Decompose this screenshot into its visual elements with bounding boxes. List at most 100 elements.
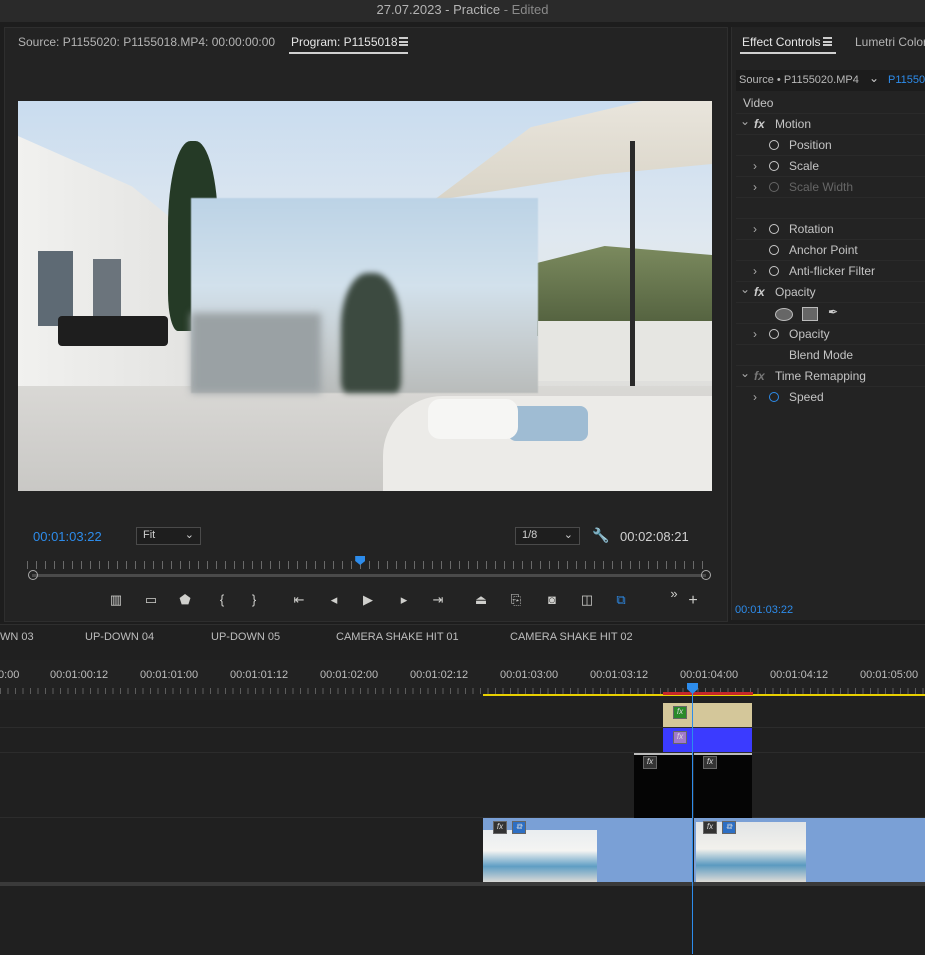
chevron-right-icon[interactable]: › (753, 327, 757, 341)
ruler-tick-label: 00:01:03:00 (500, 669, 559, 681)
track-v2 (0, 752, 925, 818)
stopwatch-icon[interactable] (769, 161, 779, 171)
ec-row[interactable]: › Speed (736, 386, 925, 408)
mini-timeline-ruler[interactable] (27, 561, 707, 569)
ruler-tick-label: 00:01:04:12 (770, 669, 829, 681)
ec-row[interactable]: ✒ (736, 302, 925, 324)
pillow-white (428, 399, 518, 439)
proxy-toggle-icon[interactable]: ⧉ (612, 591, 630, 609)
fx-icon[interactable]: fx (754, 117, 765, 131)
ec-row[interactable]: › Opacity (736, 323, 925, 345)
ec-row[interactable] (736, 197, 925, 219)
zoom-scrollbar[interactable] (32, 574, 706, 577)
panel-menu-icon[interactable] (399, 37, 408, 46)
sequence-tab[interactable]: CAMERA SHAKE HIT 01 (336, 631, 459, 643)
ec-row[interactable]: › Rotation (736, 218, 925, 240)
step-back-icon[interactable]: ◂ (325, 591, 343, 609)
stopwatch-icon[interactable] (769, 392, 779, 402)
chevron-down-icon[interactable]: ⌄ (869, 71, 879, 85)
ruler-tick-label: 0:00 (0, 669, 20, 681)
sequence-tab[interactable]: UP-DOWN 05 (211, 631, 280, 643)
marker-icon[interactable]: ▥ (107, 591, 125, 609)
rectangle-mask-icon[interactable] (802, 307, 818, 321)
chevron-down-icon[interactable]: ⌄ (740, 282, 750, 296)
add-button-icon[interactable]: + (684, 592, 702, 610)
resolution-dropdown[interactable]: 1/8 ⌄ (515, 527, 580, 545)
chevron-down-icon: ⌄ (184, 529, 194, 541)
sequence-tab[interactable]: WN 03 (0, 631, 34, 643)
ec-section-video: Video (743, 96, 774, 110)
ec-row-label: Rotation (789, 222, 834, 236)
track-divider[interactable] (0, 882, 925, 886)
mark-in-icon[interactable]: { (213, 591, 231, 609)
ec-row[interactable]: Position (736, 134, 925, 156)
fx-badge-icon: fx (673, 706, 687, 719)
chevron-right-icon[interactable]: › (753, 180, 757, 194)
stopwatch-icon[interactable] (769, 182, 779, 192)
more-controls-icon[interactable]: » (665, 585, 683, 603)
ruler-tick-label: 00:01:01:00 (140, 669, 199, 681)
zoom-value: Fit (143, 529, 156, 541)
fx-icon[interactable]: fx (754, 285, 765, 299)
ec-row[interactable]: ⌄ fx Time Remapping (736, 365, 925, 387)
lift-icon[interactable]: ⏏ (472, 591, 490, 609)
tab-program[interactable]: Program: P1155018 (291, 35, 398, 49)
chevron-right-icon[interactable]: › (753, 264, 757, 278)
zoom-scrollbar-right-handle[interactable] (701, 570, 711, 580)
camera-icon[interactable]: ◙ (543, 591, 561, 609)
ec-row[interactable]: › Scale (736, 155, 925, 177)
zoom-scrollbar-left-handle[interactable] (28, 570, 38, 580)
go-to-out-icon[interactable]: ⇥ (429, 591, 447, 609)
stopwatch-icon[interactable] (769, 224, 779, 234)
step-forward-icon[interactable]: ▸ (395, 591, 413, 609)
chevron-right-icon[interactable]: › (753, 159, 757, 173)
ellipse-mask-icon[interactable] (775, 308, 793, 321)
ruler-tick-label: 00:01:03:12 (590, 669, 649, 681)
tab-source[interactable]: Source: P1155020: P1155018.MP4: 00:00:00… (18, 35, 275, 49)
sequence-tab[interactable]: CAMERA SHAKE HIT 02 (510, 631, 633, 643)
ec-row[interactable]: Blend Mode (736, 344, 925, 366)
go-to-in-icon[interactable]: ⇤ (290, 591, 308, 609)
ec-clip-label[interactable]: P11550 (888, 74, 925, 86)
fx-badge-icon: fx (643, 756, 657, 769)
sequence-tab[interactable]: UP-DOWN 04 (85, 631, 154, 643)
inset-tree (341, 273, 401, 393)
wrench-icon[interactable]: 🔧 (592, 527, 609, 544)
add-marker-icon[interactable]: ⬟ (176, 591, 194, 609)
timeline-playhead-line (692, 690, 693, 954)
safe-margins-icon[interactable]: ▭ (142, 591, 160, 609)
ec-row[interactable]: › Anti-flicker Filter (736, 260, 925, 282)
tab-effect-controls[interactable]: Effect Controls (742, 35, 820, 49)
ec-source-label[interactable]: Source • P1155020.MP4 (739, 74, 859, 86)
tab-lumetri-color[interactable]: Lumetri Color (855, 35, 925, 49)
comparison-view-icon[interactable]: ◫ (578, 591, 596, 609)
fx-badge-icon: fx (673, 731, 687, 744)
pen-mask-icon[interactable]: ✒ (828, 305, 838, 319)
chevron-right-icon[interactable]: › (753, 390, 757, 404)
ruler-tick-label: 00:01:04:00 (680, 669, 739, 681)
zoom-dropdown[interactable]: Fit ⌄ (136, 527, 201, 545)
fx-icon[interactable]: fx (754, 369, 765, 383)
panel-menu-icon[interactable] (823, 37, 832, 46)
ec-row[interactable]: ⌄ fx Motion (736, 113, 925, 135)
ec-row[interactable]: ⌄ fx Opacity (736, 281, 925, 303)
tab-effect-controls-underline (740, 52, 836, 54)
mark-out-icon[interactable]: } (245, 591, 263, 609)
current-time[interactable]: 00:01:03:22 (33, 529, 102, 544)
play-icon[interactable]: ▶ (359, 591, 377, 609)
ec-row-label: Opacity (789, 327, 830, 341)
program-video-frame[interactable] (18, 101, 712, 491)
stopwatch-icon[interactable] (769, 140, 779, 150)
stopwatch-icon[interactable] (769, 266, 779, 276)
stopwatch-icon[interactable] (769, 245, 779, 255)
extract-icon[interactable]: ⎘ (507, 591, 525, 609)
ec-row-label: Blend Mode (789, 348, 854, 362)
chevron-down-icon[interactable]: ⌄ (740, 366, 750, 380)
ec-row[interactable]: Anchor Point (736, 239, 925, 261)
ec-row[interactable]: › Scale Width (736, 176, 925, 198)
chevron-right-icon[interactable]: › (753, 222, 757, 236)
window-left-2 (93, 259, 121, 319)
inset-overlay-clip[interactable] (191, 198, 538, 393)
chevron-down-icon[interactable]: ⌄ (740, 114, 750, 128)
stopwatch-icon[interactable] (769, 329, 779, 339)
